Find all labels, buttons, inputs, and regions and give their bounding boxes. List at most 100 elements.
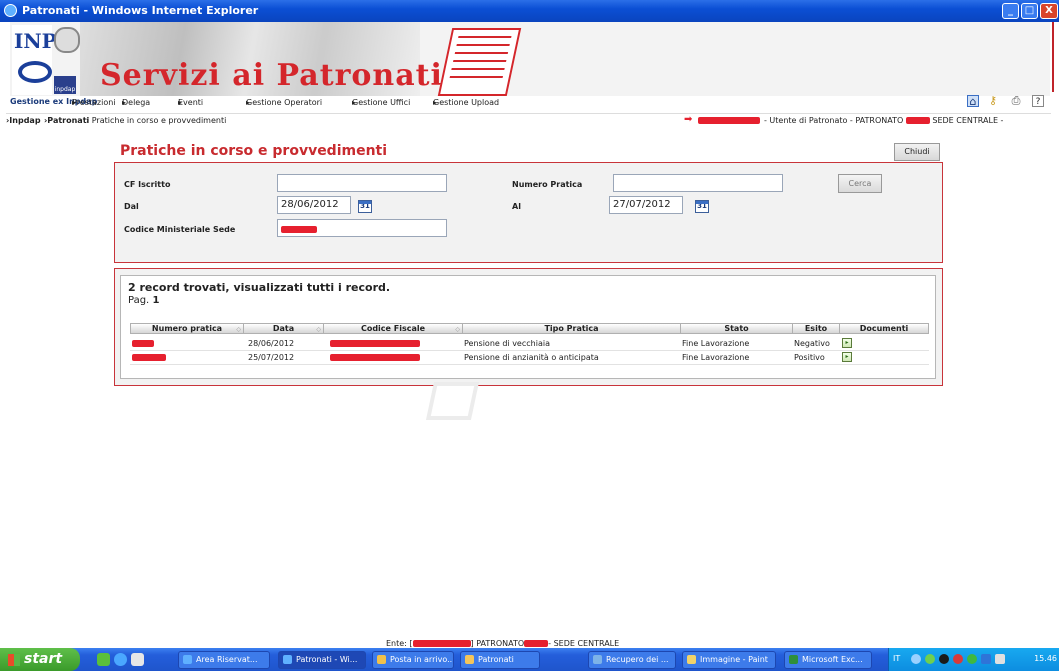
document-graphic: [437, 28, 522, 96]
document-icon[interactable]: ▸: [842, 338, 852, 348]
codice-sede-input[interactable]: [277, 219, 447, 237]
cf-iscritto-label: CF Iscritto: [124, 180, 171, 189]
tray-icon[interactable]: [939, 654, 949, 664]
taskbar-item[interactable]: Area Riservat...: [178, 651, 270, 669]
status-text: Ente: [] PATRONATO - SEDE CENTRALE: [386, 639, 620, 648]
help-icon[interactable]: ?: [1032, 95, 1044, 107]
taskbar-item[interactable]: Microsoft Exc...: [784, 651, 872, 669]
results-panel: 2 record trovati, visualizzati tutti i r…: [114, 268, 943, 386]
print-icon[interactable]: ⎙: [1010, 95, 1022, 107]
main-menu: Gestione ex Inpdap Prestazioni ▸ Delega …: [10, 97, 500, 107]
sort-icon: ◇: [316, 326, 321, 333]
maximize-button[interactable]: □: [1021, 3, 1038, 19]
tipo-pratica-cell: Pensione di vecchiaia: [464, 339, 550, 348]
column-header-esito[interactable]: Esito: [793, 324, 840, 334]
table-row[interactable]: 25/07/2012 Pensione di anzianità o antic…: [130, 351, 929, 365]
system-tray: IT 15.46: [888, 648, 1059, 671]
table-row[interactable]: 28/06/2012 Pensione di vecchiaia Fine La…: [130, 337, 929, 351]
windows-flag-icon: [8, 654, 20, 666]
redacted-ente: [412, 640, 471, 647]
close-window-button[interactable]: X: [1040, 3, 1058, 19]
tray-icon[interactable]: [967, 654, 977, 664]
minimize-button[interactable]: _: [1002, 3, 1019, 19]
sort-icon: ◇: [455, 326, 460, 333]
al-label: Al: [512, 202, 521, 211]
close-button[interactable]: Chiudi: [894, 143, 940, 161]
sort-icon: ◇: [236, 326, 241, 333]
watermark-graphic: [425, 382, 480, 420]
start-button[interactable]: start: [0, 648, 80, 671]
esito-cell: Negativo: [794, 339, 830, 348]
language-indicator[interactable]: IT: [893, 654, 900, 663]
window-title: Patronati - Windows Internet Explorer: [22, 4, 259, 17]
data-cell: 25/07/2012: [248, 353, 295, 362]
globe-logo-icon: [54, 27, 80, 53]
window-title-bar: Patronati - Windows Internet Explorer _ …: [0, 0, 1059, 22]
site-banner: INPS inpdap Servizi ai Patronati: [10, 22, 1050, 96]
user-info: - Utente di Patronato - PATRONATO SEDE C…: [764, 116, 1004, 125]
result-summary: 2 record trovati, visualizzati tutti i r…: [128, 281, 391, 294]
column-header-tipo-pratica[interactable]: Tipo Pratica: [463, 324, 681, 334]
calendar-icon[interactable]: 31: [358, 200, 372, 213]
inpdap-logo[interactable]: inpdap: [54, 76, 76, 94]
tray-icon[interactable]: [911, 654, 921, 664]
inps-logo[interactable]: INPS: [12, 25, 71, 95]
data-cell: 28/06/2012: [248, 339, 295, 348]
banner-divider: [1052, 22, 1054, 92]
tray-icon[interactable]: [925, 654, 935, 664]
windows-taskbar: start Area Riservat... Patronati - Wi...…: [0, 648, 1059, 671]
search-panel: CF Iscritto Numero Pratica Cerca Dal 28/…: [114, 162, 943, 263]
codice-fiscale-cell: [330, 353, 420, 362]
pager: Pag. 1: [128, 295, 160, 306]
numero-pratica-cell[interactable]: [132, 339, 154, 348]
document-icon[interactable]: ▸: [842, 352, 852, 362]
page-number[interactable]: 1: [152, 295, 159, 306]
dal-date-input[interactable]: 28/06/2012: [277, 196, 351, 214]
breadcrumb-item-patronati[interactable]: ›Patronati: [44, 116, 89, 125]
taskbar-item[interactable]: Posta in arrivo...: [372, 651, 454, 669]
breadcrumb-item-inpdap[interactable]: ›Inpdap: [6, 116, 41, 125]
results-table-header: Numero pratica ◇ Data ◇ Codice Fiscale ◇ Ti…: [130, 323, 929, 334]
redacted-patronato: [905, 117, 930, 124]
column-header-stato[interactable]: Stato: [681, 324, 793, 334]
arrow-right-icon: ➡: [684, 114, 693, 125]
quicklaunch-icon[interactable]: [97, 653, 110, 666]
breadcrumb-item-current: › Pratiche in corso e provvedimenti: [86, 116, 227, 125]
numero-pratica-cell[interactable]: [132, 353, 166, 362]
cf-iscritto-input[interactable]: [277, 174, 447, 192]
column-header-documenti[interactable]: Documenti: [840, 324, 928, 334]
redacted-sede-code: [281, 225, 317, 233]
clock: 15.46: [1034, 654, 1057, 663]
column-header-codice-fiscale[interactable]: Codice Fiscale ◇: [324, 324, 463, 334]
column-header-numero-pratica[interactable]: Numero pratica ◇: [131, 324, 244, 334]
tipo-pratica-cell: Pensione di anzianità o anticipata: [464, 353, 599, 362]
service-title: Servizi ai Patronati: [100, 58, 443, 93]
key-icon[interactable]: ⚷: [987, 95, 999, 107]
tray-icon[interactable]: [981, 654, 991, 664]
al-date-input[interactable]: 27/07/2012: [609, 196, 683, 214]
column-header-data[interactable]: Data ◇: [244, 324, 324, 334]
home-icon[interactable]: ⌂: [967, 95, 979, 108]
taskbar-item[interactable]: Patronati: [460, 651, 540, 669]
stato-cell: Fine Lavorazione: [682, 353, 750, 362]
taskbar-item[interactable]: Recupero dei ...: [588, 651, 676, 669]
taskbar-item[interactable]: Immagine - Paint: [682, 651, 776, 669]
numero-pratica-input[interactable]: [613, 174, 783, 192]
stato-cell: Fine Lavorazione: [682, 339, 750, 348]
breadcrumb-bar: ›Inpdap ›Patronati › Pratiche in corso e…: [6, 113, 1051, 125]
redacted-username: [698, 116, 760, 125]
esito-cell: Positivo: [794, 353, 825, 362]
tray-icon[interactable]: [953, 654, 963, 664]
taskbar-item-active[interactable]: Patronati - Wi...: [278, 651, 366, 669]
tray-icon[interactable]: [995, 654, 1005, 664]
quicklaunch-icon[interactable]: [131, 653, 144, 666]
search-button[interactable]: Cerca: [838, 174, 882, 193]
ie-quicklaunch-icon[interactable]: [114, 653, 127, 666]
numero-pratica-label: Numero Pratica: [512, 180, 583, 189]
calendar-icon[interactable]: 31: [695, 200, 709, 213]
results-box: 2 record trovati, visualizzati tutti i r…: [120, 275, 936, 379]
dal-label: Dal: [124, 202, 139, 211]
codice-fiscale-cell: [330, 339, 420, 348]
codice-sede-label: Codice Ministeriale Sede: [124, 225, 236, 234]
page-title: Pratiche in corso e provvedimenti: [120, 143, 388, 159]
